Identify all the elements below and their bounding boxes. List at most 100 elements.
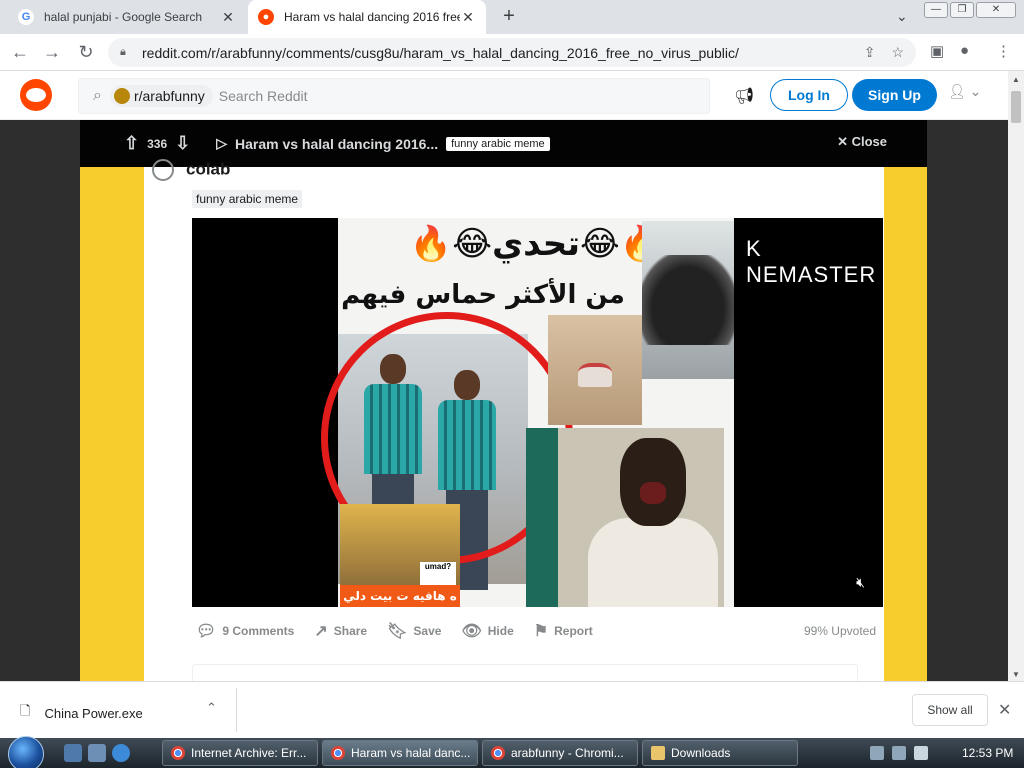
close-tab-icon[interactable]: ✕ [460,9,476,26]
minimize-button[interactable]: — [924,2,948,18]
share-button[interactable]: ↗ Share [314,621,367,641]
tab-search-icon[interactable]: ⌄ [896,8,908,25]
start-button[interactable] [8,736,44,768]
tab-title: halal punjabi - Google Search [44,10,203,24]
download-item[interactable]: 🗋 China Power.exe [20,702,143,724]
scroll-up-icon[interactable]: ▲ [1012,75,1020,84]
reddit-search[interactable]: ⌕ r/arabfunny Search Reddit [78,78,710,114]
signup-button[interactable]: Sign Up [852,79,937,111]
post-content: colab funny arabic meme 🔥😂تحدي😂🔥 من الأك… [144,159,884,684]
reddit-icon: ● [258,9,274,25]
chrome-icon [491,746,505,760]
meme-thumbnail: umad? ه هافيه ت بيت دلي [340,504,460,607]
scroll-down-icon[interactable]: ▼ [1012,670,1020,679]
download-filename: China Power.exe [44,705,143,721]
hide-button[interactable]: 👁︎ Hide [461,621,513,641]
post-flair-inline[interactable]: funny arabic meme [192,190,303,208]
kebab-menu-icon[interactable]: ⋮ [996,42,1011,60]
save-button[interactable]: 🔖︎ Save [387,621,441,641]
reddit-alien-icon [26,88,46,102]
taskbar-clock[interactable]: 12:53 PM [962,746,1013,760]
flag-icon: ⚑ [533,623,549,640]
post-flair[interactable]: funny arabic meme [446,136,550,151]
umad-sticker: umad? [420,562,456,586]
tab-reddit-post[interactable]: ● Haram vs halal dancing 2016 free ✕ [248,0,486,34]
close-post-button[interactable]: ✕ Close [837,134,887,150]
lock-icon: 🔒︎ [120,46,126,58]
video-post-icon: ▷ [216,135,227,151]
left-yellow-panel [80,167,144,681]
maximize-button[interactable]: ❐ [950,2,974,18]
video-overlay-subtitle: من الأكثر حماس فيهم [341,280,625,310]
new-tab-button[interactable]: + [498,6,520,28]
browser-toolbar: ← → ↻ 🔒︎ reddit.com/r/arabfunny/comments… [0,34,1024,71]
tab-strip: G halal punjabi - Google Search ✕ ● Hara… [0,0,1024,34]
volume-muted-icon[interactable] [914,746,928,760]
close-tab-icon[interactable]: ✕ [220,9,236,26]
show-desktop-icon[interactable] [64,744,82,762]
chevron-up-icon[interactable]: ⌃ [206,700,217,716]
advertise-icon[interactable]: 📢︎ [734,86,754,106]
search-icon: ⌕ [93,87,102,104]
taskbar-button-label: Internet Archive: Err... [191,746,307,760]
forward-icon[interactable]: → [40,41,64,65]
show-all-button[interactable]: Show all [912,694,988,726]
reddit-header: ⌕ r/arabfunny Search Reddit 📢︎ Log In Si… [0,71,1008,120]
file-icon: 🗋 [20,703,31,718]
taskbar-button[interactable]: Haram vs halal danc... [322,740,478,766]
search-placeholder: Search Reddit [218,88,308,104]
bookmark-star-icon[interactable]: ☆ [891,44,904,61]
reddit-logo[interactable] [20,79,52,111]
login-button[interactable]: Log In [770,79,848,111]
comment-icon: 💬︎ [196,623,217,640]
hide-label: Hide [487,624,514,638]
subreddit-avatar [113,88,130,104]
google-icon: G [18,9,34,25]
network-icon[interactable] [892,746,906,760]
share-page-icon[interactable]: ⇪ [864,44,876,61]
post-score: 336 [147,136,168,151]
tab-title: Haram vs halal dancing 2016 free [284,10,460,24]
report-button[interactable]: ⚑ Report [534,621,593,641]
window-close-button[interactable]: ✕ [976,2,1016,18]
video-player[interactable]: 🔥😂تحدي😂🔥 من الأكثر حماس فيهم umad? ه هاف… [192,218,883,607]
profile-icon[interactable]: ● [960,42,969,59]
post-actions: 💬︎ 9 Comments ↗ Share 🔖︎ Save 👁︎ Hide ⚑ Repor… [196,619,876,643]
url-text[interactable]: reddit.com/r/arabfunny/comments/cusg8u/h… [142,45,864,61]
switch-windows-icon[interactable] [88,744,106,762]
tab-google-search[interactable]: G halal punjabi - Google Search ✕ [8,0,246,34]
taskbar-button[interactable]: Internet Archive: Err... [162,740,318,766]
upvote-icon[interactable]: ⇧ [124,133,139,154]
save-label: Save [413,624,442,638]
close-label: Close [851,134,887,149]
tray-app-icon[interactable] [870,746,884,760]
reload-icon[interactable]: ↻ [74,41,98,65]
downvote-icon[interactable]: ⇩ [175,133,190,154]
downloads-shelf: 🗋 China Power.exe ⌃ Show all ✕ [0,681,1024,738]
bookmark-icon: 🔖︎ [387,623,408,640]
mute-icon[interactable]: 🔇︎ [856,574,865,591]
taskbar-button-label: arabfunny - Chromi... [511,746,624,760]
right-yellow-panel [884,167,927,681]
scrollbar-thumb[interactable] [1011,91,1021,123]
back-icon[interactable]: ← [8,41,32,65]
taskbar-button-label: Downloads [671,746,731,760]
address-bar[interactable]: 🔒︎ reddit.com/r/arabfunny/comments/cusg8… [108,38,916,67]
user-menu-icon[interactable]: 👤︎ ⌄ [948,83,981,100]
comments-button[interactable]: 💬︎ 9 Comments [196,621,294,641]
shelf-divider [236,688,237,732]
post-title[interactable]: Haram vs halal dancing 2016... [235,136,438,152]
video-watermark: K NEMASTER [746,236,877,287]
taskbar-button[interactable]: arabfunny - Chromi... [482,740,638,766]
avatar[interactable] [152,159,174,181]
laughing-man-image [526,428,724,607]
side-panel-icon[interactable]: ▣ [930,42,944,60]
close-shelf-icon[interactable]: ✕ [998,700,1011,720]
taskbar-button[interactable]: Downloads [642,740,798,766]
windows-taskbar: Internet Archive: Err... Haram vs halal … [0,736,1024,768]
internet-explorer-icon[interactable] [112,744,130,762]
taskbar-button-label: Haram vs halal danc... [351,746,471,760]
page-scrollbar[interactable]: ▲ ▼ [1008,71,1024,681]
post-author[interactable]: colab [186,159,230,178]
subreddit-chip[interactable]: r/arabfunny [109,85,213,107]
